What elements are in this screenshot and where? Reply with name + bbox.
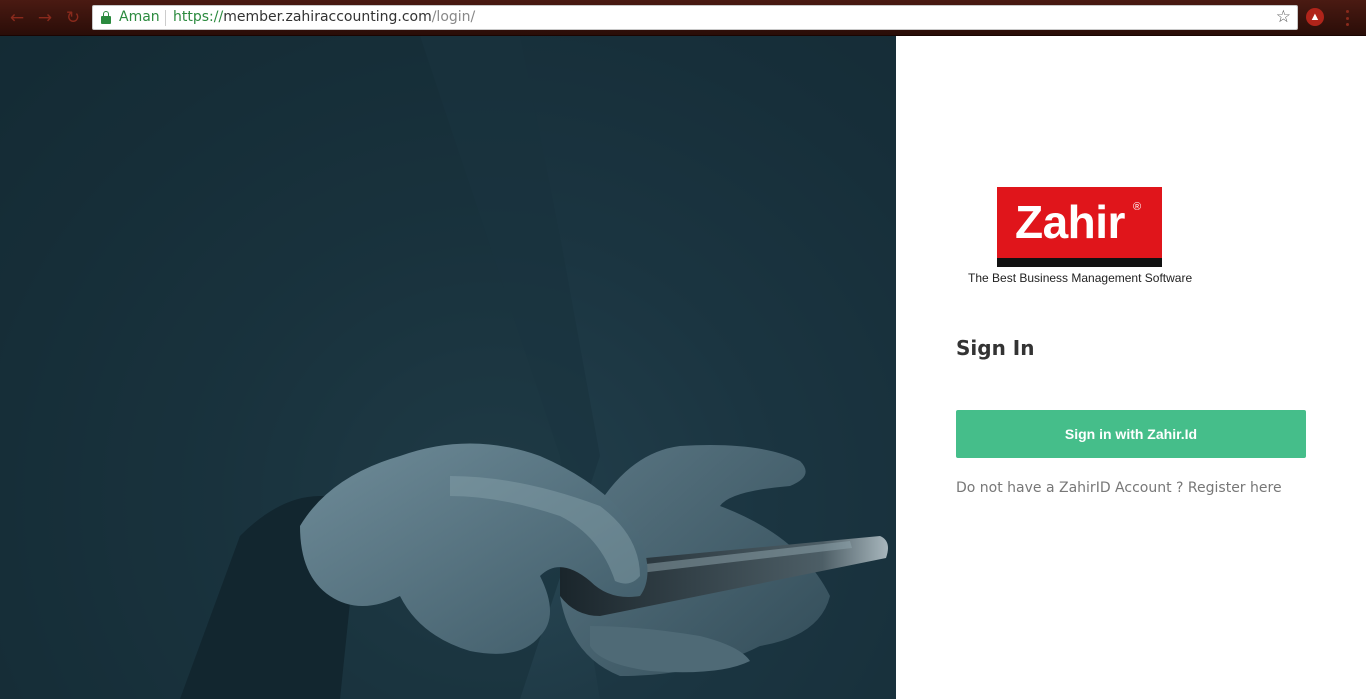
extension-icon[interactable]: ▲	[1306, 8, 1324, 26]
register-prompt: Do not have a ZahirID Account ? Register…	[956, 480, 1282, 496]
lock-icon[interactable]	[101, 11, 111, 24]
logo-underline	[997, 258, 1162, 267]
url-host: member.zahiraccounting.com	[223, 9, 432, 25]
forward-icon[interactable]: →	[34, 7, 56, 29]
back-icon[interactable]: ←	[6, 7, 28, 29]
reload-icon[interactable]: ↻	[62, 7, 84, 29]
signin-zahir-id-button[interactable]: Sign in with Zahir.Id	[956, 410, 1306, 458]
signin-panel: Zahir ® The Best Business Management Sof…	[896, 36, 1366, 699]
zahir-logo: Zahir ®	[997, 187, 1162, 267]
hands-phone-illustration	[0, 36, 896, 699]
logo-text: Zahir	[1015, 196, 1125, 248]
url-text[interactable]: https://member.zahiraccounting.com/login…	[173, 9, 475, 25]
star-icon[interactable]: ☆	[1276, 7, 1291, 27]
secure-label[interactable]: Aman	[119, 9, 160, 25]
register-link[interactable]: Register here	[1188, 480, 1282, 496]
browser-toolbar: ← → ↻ Aman https://member.zahiraccountin…	[0, 0, 1366, 36]
url-scheme: https://	[173, 9, 224, 25]
page-title: Sign In	[956, 336, 1035, 360]
menu-icon[interactable]	[1340, 8, 1354, 28]
url-path: /login/	[431, 9, 476, 25]
register-prompt-text: Do not have a ZahirID Account ?	[956, 480, 1184, 496]
logo-tagline: The Best Business Management Software	[968, 271, 1193, 285]
omnibox-divider	[165, 10, 166, 26]
hero-image	[0, 36, 896, 699]
address-bar[interactable]: Aman https://member.zahiraccounting.com/…	[92, 5, 1298, 30]
logo-registered-mark: ®	[1133, 201, 1142, 213]
